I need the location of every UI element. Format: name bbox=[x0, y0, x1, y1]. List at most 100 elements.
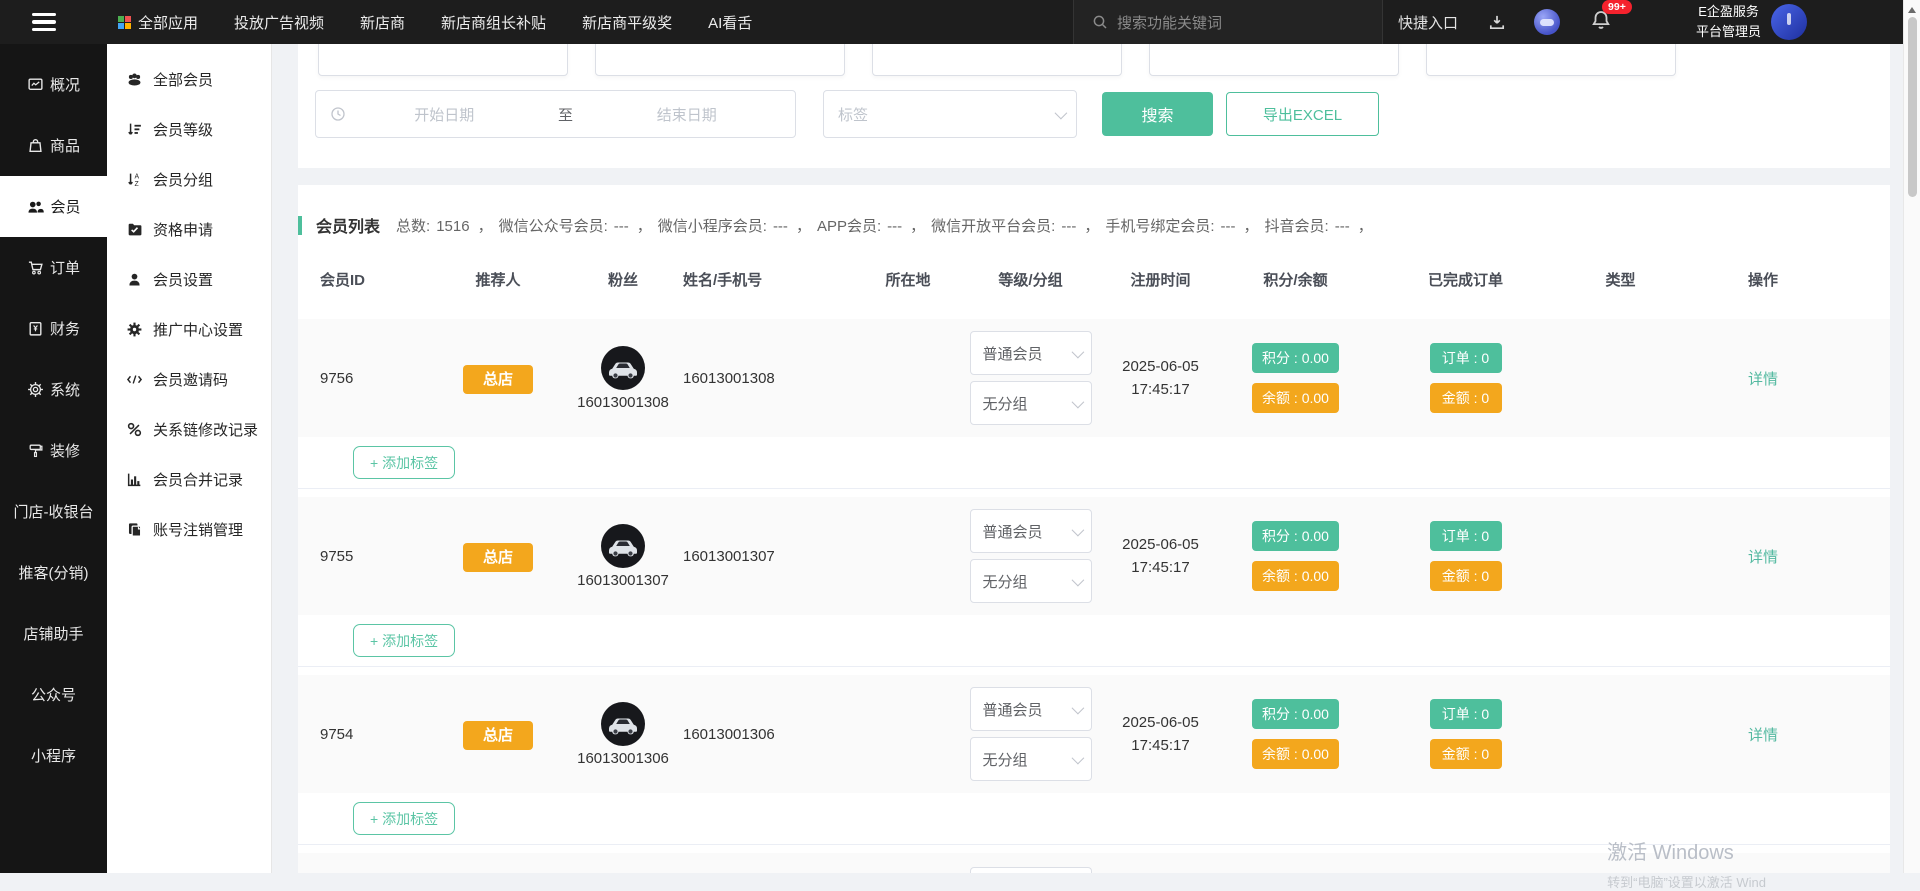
detail-link[interactable]: 详情 bbox=[1748, 724, 1778, 745]
svg-text:Z: Z bbox=[135, 180, 139, 187]
sidebar-item-store-cashier[interactable]: 门店-收银台 bbox=[0, 481, 107, 542]
download-icon[interactable] bbox=[1488, 13, 1506, 31]
submenu-member-settings[interactable]: 会员设置 bbox=[107, 254, 271, 304]
sidebar-item-shop-assistant[interactable]: 店铺助手 bbox=[0, 603, 107, 664]
member-row-1: 9755 总店 16013001307 16013001307 普通会员 无分组 bbox=[298, 497, 1890, 615]
page-scrollbar[interactable] bbox=[1903, 0, 1920, 873]
filter-input-4[interactable] bbox=[1149, 44, 1399, 76]
level-select[interactable]: 普通会员 bbox=[970, 687, 1092, 731]
search-icon bbox=[1092, 14, 1108, 30]
group-select[interactable]: 无分组 bbox=[970, 559, 1092, 603]
level-select[interactable] bbox=[970, 867, 1092, 873]
sidebar-item-members[interactable]: 会员 bbox=[0, 176, 107, 237]
filter-input-2[interactable] bbox=[595, 44, 845, 76]
submenu-account-cancellation[interactable]: 账号注销管理 bbox=[107, 504, 271, 554]
submenu-relation-log[interactable]: 关系链修改记录 bbox=[107, 404, 271, 454]
level-select[interactable]: 普通会员 bbox=[970, 331, 1092, 375]
column-header-5: 等级/分组 bbox=[998, 269, 1062, 290]
tag-select[interactable]: 标签 bbox=[823, 90, 1077, 138]
user-avatar[interactable] bbox=[1771, 4, 1807, 40]
balance-badge: 余额 : 0.00 bbox=[1252, 561, 1339, 591]
column-header-8: 已完成订单 bbox=[1428, 269, 1503, 290]
amount-badge: 金额 : 0 bbox=[1430, 383, 1502, 413]
clock-icon bbox=[330, 106, 346, 122]
sidebar-item-finance[interactable]: 财务 bbox=[0, 298, 107, 359]
add-tag-button[interactable]: + 添加标签 bbox=[353, 446, 455, 479]
top-nav-item-0[interactable]: 投放广告视频 bbox=[234, 12, 324, 33]
filter-input-5[interactable] bbox=[1426, 44, 1676, 76]
global-search-input[interactable]: 搜索功能关键词 bbox=[1073, 0, 1383, 44]
group-select[interactable]: 无分组 bbox=[970, 737, 1092, 781]
detail-link[interactable]: 详情 bbox=[1748, 368, 1778, 389]
member-row-0: 9756 总店 16013001308 16013001308 普通会员 无分组 bbox=[298, 319, 1890, 437]
all-apps-button[interactable]: 全部应用 bbox=[118, 12, 198, 33]
table-body: 9756 总店 16013001308 16013001308 普通会员 无分组 bbox=[298, 319, 1890, 845]
user-info[interactable]: E企盈服务 平台管理员 bbox=[1696, 2, 1761, 42]
filter-input-1[interactable] bbox=[318, 44, 568, 76]
overview-icon bbox=[27, 76, 44, 93]
submenu-promotion-settings[interactable]: 推广中心设置 bbox=[107, 304, 271, 354]
section-accent-bar bbox=[298, 216, 302, 235]
filter-actions-row: 开始日期 至 结束日期 标签 搜索 导出EXCEL bbox=[298, 90, 1890, 138]
top-nav-item-3[interactable]: 新店商平级奖 bbox=[582, 12, 672, 33]
submenu-merge-log[interactable]: 会员合并记录 bbox=[107, 454, 271, 504]
quick-entry-link[interactable]: 快捷入口 bbox=[1398, 12, 1458, 33]
submenu-member-level[interactable]: 会员等级 bbox=[107, 104, 271, 154]
person-icon bbox=[126, 271, 143, 288]
name-phone: 16013001307 bbox=[683, 548, 775, 565]
level-select[interactable]: 普通会员 bbox=[970, 509, 1092, 553]
submenu-all-members[interactable]: 全部会员 bbox=[107, 54, 271, 104]
detail-link[interactable]: 详情 bbox=[1748, 546, 1778, 567]
stat-2: 微信小程序会员:---， bbox=[658, 215, 811, 236]
ai-assistant-icon[interactable] bbox=[1534, 9, 1560, 35]
search-button[interactable]: 搜索 bbox=[1102, 92, 1213, 136]
sidebar-item-overview[interactable]: 概况 bbox=[0, 54, 107, 115]
level-group-cell: 普通会员 无分组 bbox=[970, 509, 1092, 603]
partial-next-row bbox=[298, 853, 1890, 873]
scroll-up-icon[interactable] bbox=[1908, 7, 1916, 13]
member-row-2: 9754 总店 16013001306 16013001306 普通会员 无分组 bbox=[298, 675, 1890, 793]
points-balance-cell: 积分 : 0.00 余额 : 0.00 bbox=[1252, 699, 1339, 769]
top-nav-item-2[interactable]: 新店商组长补贴 bbox=[441, 12, 546, 33]
filter-panel: 开始日期 至 结束日期 标签 搜索 导出EXCEL bbox=[298, 44, 1890, 168]
sidebar-item-distribution[interactable]: 推客(分销) bbox=[0, 542, 107, 603]
register-time: 2025-06-05 17:45:17 bbox=[1122, 355, 1199, 402]
sidebar-item-goods[interactable]: 商品 bbox=[0, 115, 107, 176]
register-time: 2025-06-05 17:45:17 bbox=[1122, 533, 1199, 580]
notifications-button[interactable]: 99+ bbox=[1590, 9, 1612, 36]
export-excel-button[interactable]: 导出EXCEL bbox=[1226, 92, 1379, 136]
main-content: 开始日期 至 结束日期 标签 搜索 导出EXCEL 会员列表 总数:1516，微… bbox=[272, 44, 1903, 873]
tag-area: + 添加标签 bbox=[298, 437, 1890, 489]
member-avatar bbox=[600, 345, 646, 391]
sidebar-item-system[interactable]: 系统 bbox=[0, 359, 107, 420]
notification-badge: 99+ bbox=[1602, 0, 1632, 14]
top-nav-item-4[interactable]: AI看舌 bbox=[708, 12, 752, 33]
submenu-qualification[interactable]: 资格申请 bbox=[107, 204, 271, 254]
member-list-panel: 会员列表 总数:1516，微信公众号会员:---，微信小程序会员:---，APP… bbox=[298, 185, 1890, 873]
submenu-invite-code[interactable]: 会员邀请码 bbox=[107, 354, 271, 404]
sidebar-item-official-account[interactable]: 公众号 bbox=[0, 664, 107, 725]
sidebar-item-orders[interactable]: 订单 bbox=[0, 237, 107, 298]
menu-toggle-icon[interactable] bbox=[0, 0, 88, 44]
primary-sidebar: 概况 商品 会员 订单 财务 系统 装修 门店-收银台 推客(分销) 店铺助手 … bbox=[0, 44, 107, 873]
points-balance-cell: 积分 : 0.00 余额 : 0.00 bbox=[1252, 521, 1339, 591]
scrollbar-thumb[interactable] bbox=[1908, 17, 1917, 197]
add-tag-button[interactable]: + 添加标签 bbox=[353, 624, 455, 657]
sidebar-item-decoration[interactable]: 装修 bbox=[0, 420, 107, 481]
apps-grid-icon bbox=[118, 16, 131, 29]
submenu-member-group[interactable]: AZ 会员分组 bbox=[107, 154, 271, 204]
add-tag-button[interactable]: + 添加标签 bbox=[353, 802, 455, 835]
sort-alpha-icon: AZ bbox=[126, 171, 143, 188]
column-header-7: 积分/余额 bbox=[1263, 269, 1327, 290]
balance-badge: 余额 : 0.00 bbox=[1252, 739, 1339, 769]
filter-input-3[interactable] bbox=[872, 44, 1122, 76]
chevron-down-icon bbox=[1071, 395, 1084, 408]
stat-5: 手机号绑定会员:---， bbox=[1105, 215, 1258, 236]
group-select[interactable]: 无分组 bbox=[970, 381, 1092, 425]
date-range-picker[interactable]: 开始日期 至 结束日期 bbox=[315, 90, 796, 138]
top-nav-item-1[interactable]: 新店商 bbox=[360, 12, 405, 33]
fans-id: 16013001308 bbox=[577, 394, 669, 411]
copy-file-icon bbox=[126, 521, 143, 538]
sidebar-item-mini-program[interactable]: 小程序 bbox=[0, 725, 107, 786]
referrer-badge: 总店 bbox=[463, 365, 533, 394]
